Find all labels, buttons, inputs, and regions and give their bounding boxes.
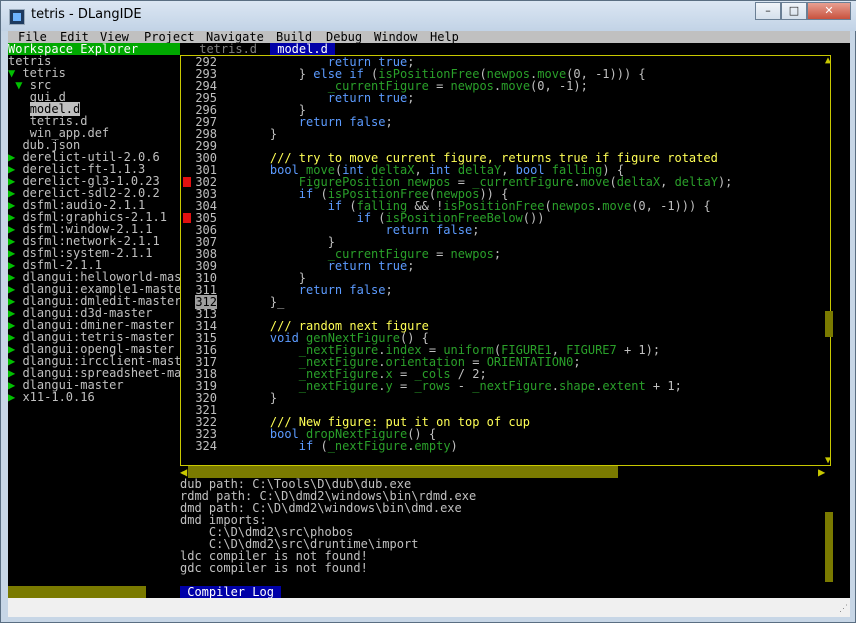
code-token: } — [241, 391, 278, 405]
log-line: gdc compiler is not found! — [180, 561, 368, 575]
code-token: deltaX — [616, 175, 661, 189]
code-token: ); — [717, 175, 733, 189]
code-token: _rows — [414, 379, 451, 393]
log-vscroll-thumb[interactable] — [825, 512, 833, 582]
code-token: deltaY — [674, 175, 718, 189]
editor-vscroll-thumb[interactable] — [825, 311, 833, 337]
minimize-button[interactable]: – — [755, 2, 781, 20]
window-frame: tetris - DLangIDE – □ ✕ File Edit View P… — [0, 0, 856, 623]
code-token: , — [660, 175, 675, 189]
code-token: - — [450, 379, 473, 393]
code-token: if — [298, 439, 314, 453]
code-token: . — [551, 379, 559, 393]
title-bar[interactable]: tetris - DLangIDE – □ ✕ — [1, 1, 856, 31]
code-line[interactable]: 312 }_ — [181, 295, 830, 309]
code-token: _nextFigure — [327, 439, 408, 453]
code-token: ; — [472, 223, 480, 237]
close-button[interactable]: ✕ — [807, 2, 851, 20]
code-token: . — [573, 175, 581, 189]
code-token: _nextFigure — [472, 379, 552, 393]
code-token: ()) — [522, 211, 545, 225]
tab-model-d[interactable]: model.d — [270, 43, 336, 55]
resize-grip-icon[interactable]: ⋰ — [839, 603, 848, 615]
code-line[interactable]: 320 } — [181, 392, 830, 404]
code-token: ) — [450, 439, 458, 453]
code-editor[interactable]: 292 return true; 293 } else if (isPositio… — [180, 55, 831, 466]
code-token: return false — [298, 115, 386, 129]
code-token: ; — [385, 115, 393, 129]
code-token: ( — [313, 439, 328, 453]
code-token: ; — [493, 247, 502, 261]
code-token: (0, -1))) { — [631, 199, 711, 213]
code-line[interactable]: 324 if (_nextFigure.empty) — [181, 440, 830, 452]
workspace-tree: tetris ▼ tetris ▼ src gui.d model.d tetri… — [8, 55, 181, 403]
code-token: return true — [327, 259, 408, 273]
tree-item[interactable]: ▶ x11-1.0.16 — [8, 391, 180, 403]
code-token: return true — [327, 91, 408, 105]
breakpoint-icon[interactable] — [183, 177, 191, 187]
scroll-right-icon[interactable]: ▶ — [818, 466, 830, 478]
code-token: = — [428, 79, 451, 93]
code-token: = — [392, 379, 415, 393]
log-vertical-scrollbar[interactable] — [825, 478, 833, 586]
tab-compiler-log[interactable]: Compiler Log — [180, 586, 282, 598]
editor-vertical-scrollbar[interactable]: ▲ ▼ — [825, 55, 833, 466]
code-token: newpos — [551, 199, 596, 213]
tab-tetris-d[interactable]: tetris.d — [192, 43, 264, 55]
status-bar: ⋰ — [8, 598, 850, 617]
code-token: return false — [298, 283, 386, 297]
code-token: . — [378, 379, 386, 393]
collapsed-arrow-icon[interactable]: ▶ — [8, 390, 22, 404]
editor-tabs: tetris.d model.d — [180, 43, 850, 55]
code-token: ; — [385, 283, 393, 297]
window-title: tetris - DLangIDE — [31, 7, 142, 22]
code-token: + 1); — [616, 343, 661, 357]
line-number: 324 — [195, 439, 217, 453]
breakpoint-icon[interactable] — [183, 213, 191, 223]
code-token: newpos — [450, 247, 494, 261]
menu-help[interactable]: Help — [430, 31, 459, 43]
tree-item-label: x11-1.0.16 — [22, 390, 95, 404]
code-token: move — [602, 199, 632, 213]
code-token: shape — [558, 379, 596, 393]
menu-window[interactable]: Window — [374, 31, 417, 43]
menu-project[interactable]: Project — [144, 31, 195, 43]
bottom-bar: Compiler Log — [8, 586, 850, 598]
code-token: move — [580, 175, 610, 189]
code-token: move — [501, 79, 531, 93]
code-token: _nextFigure — [298, 379, 379, 393]
code-token: ( — [609, 175, 617, 189]
code-token: ( — [544, 199, 552, 213]
code-token: ; — [407, 259, 415, 273]
code-token: y — [385, 379, 393, 393]
scroll-up-icon[interactable]: ▲ — [825, 55, 831, 67]
code-token: return false — [385, 223, 473, 237]
log-line: dmd path: C:\D\dmd2\windows\bin\dmd.exe — [180, 501, 462, 515]
code-token: = — [428, 247, 451, 261]
code-token: newpos — [450, 79, 494, 93]
workspace-hscroll-thumb[interactable] — [8, 586, 146, 598]
code-token: }_ — [241, 295, 285, 309]
code-token: extent — [602, 379, 646, 393]
ide-client-area: File Edit View Project Navigate Build De… — [8, 31, 850, 617]
code-token: ORIENTATION0 — [486, 355, 574, 369]
code-line[interactable]: 319 _nextFigure.y = _rows - _nextFigure.… — [181, 380, 830, 392]
code-token: } — [241, 127, 278, 141]
code-line[interactable]: 297 return false; — [181, 116, 830, 128]
code-token: ; — [407, 91, 415, 105]
window-controls: – □ ✕ — [755, 2, 851, 20]
app-icon — [9, 9, 25, 25]
code-token: ; — [573, 355, 581, 369]
maximize-button[interactable]: □ — [781, 2, 807, 20]
compiler-log-output[interactable]: dub path: C:\Tools\D\dub\dub.exe rdmd pat… — [180, 478, 831, 586]
code-token: (0, -1); — [530, 79, 588, 93]
code-token: + 1; — [645, 379, 682, 393]
code-line[interactable]: 298 } — [181, 128, 830, 140]
code-token: empty — [414, 439, 451, 453]
